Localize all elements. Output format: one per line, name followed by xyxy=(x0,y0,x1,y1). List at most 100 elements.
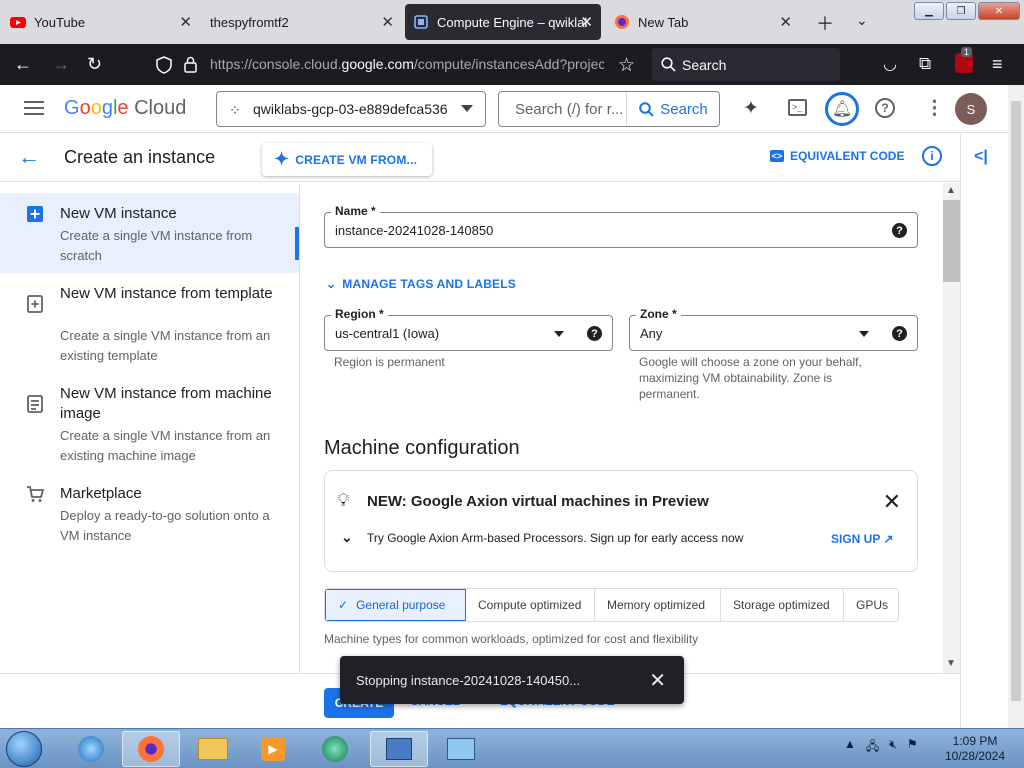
restore-button[interactable]: ❐ xyxy=(946,2,976,20)
gcp-search-bar[interactable]: Search (/) for r... Search xyxy=(498,91,720,127)
tab-compute-optimized[interactable]: Compute optimized xyxy=(466,589,595,621)
taskbar-firefox[interactable] xyxy=(122,731,180,767)
tab-label: New Tab xyxy=(638,14,689,30)
create-instance-form: Name * instance-20241028-140850 ? ⌄ MANAG… xyxy=(300,183,960,673)
volume-muted-icon[interactable]: 🔇︎ xyxy=(889,737,897,758)
help-icon[interactable]: ? xyxy=(892,223,907,238)
tab-thespyfromtf2[interactable]: thespyfromtf2 ✕ xyxy=(200,4,402,40)
help-icon[interactable]: ? xyxy=(892,326,907,341)
reload-icon[interactable]: ↻ xyxy=(87,54,102,75)
tab-gpus[interactable]: GPUs xyxy=(844,589,898,621)
taskbar-remote-desktop[interactable] xyxy=(370,731,428,767)
taskbar-explorer[interactable] xyxy=(184,731,242,767)
region-select[interactable]: Region * us-central1 (Iowa) ? xyxy=(324,307,613,351)
machine-family-hint: Machine types for common workloads, opti… xyxy=(324,632,699,646)
sidebar-item-title: New VM instance from template xyxy=(60,285,273,302)
url-text[interactable]: https://console.cloud.google.com/compute… xyxy=(210,56,604,72)
search-input[interactable]: Search (/) for r... xyxy=(515,101,625,118)
info-icon[interactable]: i xyxy=(922,146,942,166)
tab-memory-optimized[interactable]: Memory optimized xyxy=(595,589,721,621)
tab-label: Compute Engine – qwiklab xyxy=(437,14,587,30)
sidebar-item-new-vm[interactable]: New VM instance Create a single VM insta… xyxy=(0,193,299,273)
taskbar-app[interactable] xyxy=(306,731,364,767)
gemini-sparkle-icon[interactable]: ✦ xyxy=(743,97,759,120)
ublock-icon[interactable]: 1 xyxy=(955,47,973,73)
sign-up-link[interactable]: SIGN UP ↗ xyxy=(831,532,894,546)
name-input[interactable]: instance-20241028-140850 xyxy=(335,223,493,238)
taskbar-media-player[interactable]: ▶ xyxy=(244,731,302,767)
close-icon[interactable]: ✕ xyxy=(580,13,593,31)
firefox-icon xyxy=(615,15,629,29)
collapse-panel-icon[interactable]: <| xyxy=(974,148,988,166)
taskbar-clock[interactable]: 1:09 PM 10/28/2024 xyxy=(940,734,1010,764)
window-close-button[interactable]: ✕ xyxy=(978,2,1020,20)
forward-arrow-icon[interactable]: → xyxy=(52,54,70,75)
name-field[interactable]: Name * instance-20241028-140850 ? xyxy=(324,204,918,248)
snackbar-message: Stopping instance-20241028-140450... xyxy=(356,672,581,688)
lock-icon[interactable] xyxy=(184,56,197,73)
tab-compute-engine[interactable]: Compute Engine – qwiklab ✕ xyxy=(405,4,601,40)
axion-preview-banner: 💡︎ NEW: Google Axion virtual machines in… xyxy=(324,470,918,572)
hamburger-menu-icon[interactable] xyxy=(24,101,44,115)
close-icon[interactable]: ✕ xyxy=(649,668,666,693)
clock-date: 10/28/2024 xyxy=(944,749,1006,763)
more-vert-icon[interactable]: ⋮ xyxy=(925,97,944,120)
google-cloud-logo[interactable]: Google Cloud xyxy=(64,97,186,120)
tab-new-tab[interactable]: New Tab ✕ xyxy=(604,4,800,40)
close-icon[interactable]: ✕ xyxy=(883,489,901,515)
sidebar-item-desc: Deploy a ready-to-go solution onto a VM … xyxy=(60,508,270,543)
help-icon[interactable]: ? xyxy=(875,98,895,118)
add-box-icon xyxy=(27,206,43,222)
search-button[interactable]: Search xyxy=(626,92,720,126)
tab-youtube[interactable]: YouTube ✕ xyxy=(0,4,200,40)
minimize-button[interactable]: ▁ xyxy=(914,2,944,20)
notifications-bell-icon[interactable]: 🔔︎ xyxy=(825,92,859,126)
manage-tags-labels-button[interactable]: ⌄ MANAGE TAGS AND LABELS xyxy=(326,277,516,291)
new-tab-plus-icon[interactable]: ＋ xyxy=(816,10,834,36)
cloud-shell-icon[interactable]: >_ xyxy=(788,99,807,116)
menu-icon[interactable]: ≡ xyxy=(992,54,1003,75)
sidebar-item-marketplace[interactable]: Marketplace Deploy a ready-to-go solutio… xyxy=(0,473,299,553)
back-arrow-icon[interactable]: ← xyxy=(18,144,40,170)
scroll-up-arrow-icon[interactable]: ▲ xyxy=(946,185,956,196)
taskbar-internet-explorer[interactable] xyxy=(62,731,120,767)
avatar[interactable]: S xyxy=(955,93,987,125)
tab-storage-optimized[interactable]: Storage optimized xyxy=(721,589,844,621)
action-center-flag-icon[interactable]: ⚑ xyxy=(907,737,918,758)
help-icon[interactable]: ? xyxy=(587,326,602,341)
project-selector[interactable]: ⁘ qwiklabs-gcp-03-e889defca536 xyxy=(216,91,486,127)
back-arrow-icon[interactable]: ← xyxy=(14,54,32,75)
taskbar-control-panel[interactable] xyxy=(432,731,490,767)
sidebar-item-desc: Create a single VM instance from an exis… xyxy=(60,428,271,463)
create-vm-from-button[interactable]: ✦ CREATE VM FROM... xyxy=(262,143,432,176)
equivalent-code-button[interactable]: <> EQUIVALENT CODE xyxy=(770,149,904,163)
tray-expand-icon[interactable]: ▲ xyxy=(844,737,856,758)
chevron-down-icon[interactable]: ⌄ xyxy=(341,529,353,546)
zone-select[interactable]: Zone * Any ? xyxy=(629,307,918,351)
code-icon: <> xyxy=(770,150,784,162)
network-icon[interactable]: 🖧︎ xyxy=(866,737,879,758)
page-scrollbar[interactable] xyxy=(1008,85,1024,728)
banner-title: NEW: Google Axion virtual machines in Pr… xyxy=(367,493,709,510)
sidebar-item-from-machine-image[interactable]: New VM instance from machine image Creat… xyxy=(0,373,299,473)
pocket-icon[interactable]: ◡ xyxy=(883,54,897,74)
extension-badge: 1 xyxy=(961,47,973,57)
extensions-icon[interactable]: ⧉ xyxy=(919,54,931,74)
close-icon[interactable]: ✕ xyxy=(779,13,792,31)
close-icon[interactable]: ✕ xyxy=(381,13,394,31)
sidebar-item-from-template[interactable]: New VM instance from template Create a s… xyxy=(0,273,299,373)
start-button[interactable] xyxy=(6,731,42,767)
tab-general-purpose[interactable]: ✓ General purpose xyxy=(325,589,466,621)
search-icon xyxy=(661,57,676,72)
side-panel: <| xyxy=(960,134,1008,728)
form-scrollbar-thumb[interactable] xyxy=(943,200,960,282)
page-scrollbar-thumb[interactable] xyxy=(1011,101,1021,701)
browser-search-field[interactable]: Search xyxy=(652,48,840,81)
shield-icon[interactable] xyxy=(156,56,172,74)
scroll-down-arrow-icon[interactable]: ▼ xyxy=(946,658,956,669)
url-bar[interactable]: https://console.cloud.google.com/compute… xyxy=(148,48,644,81)
close-icon[interactable]: ✕ xyxy=(179,13,192,31)
zone-hint: Google will choose a zone on your behalf… xyxy=(639,355,862,401)
bookmark-star-icon[interactable]: ☆ xyxy=(618,54,635,77)
tab-list-chevron-icon[interactable]: ⌄ xyxy=(856,12,868,29)
